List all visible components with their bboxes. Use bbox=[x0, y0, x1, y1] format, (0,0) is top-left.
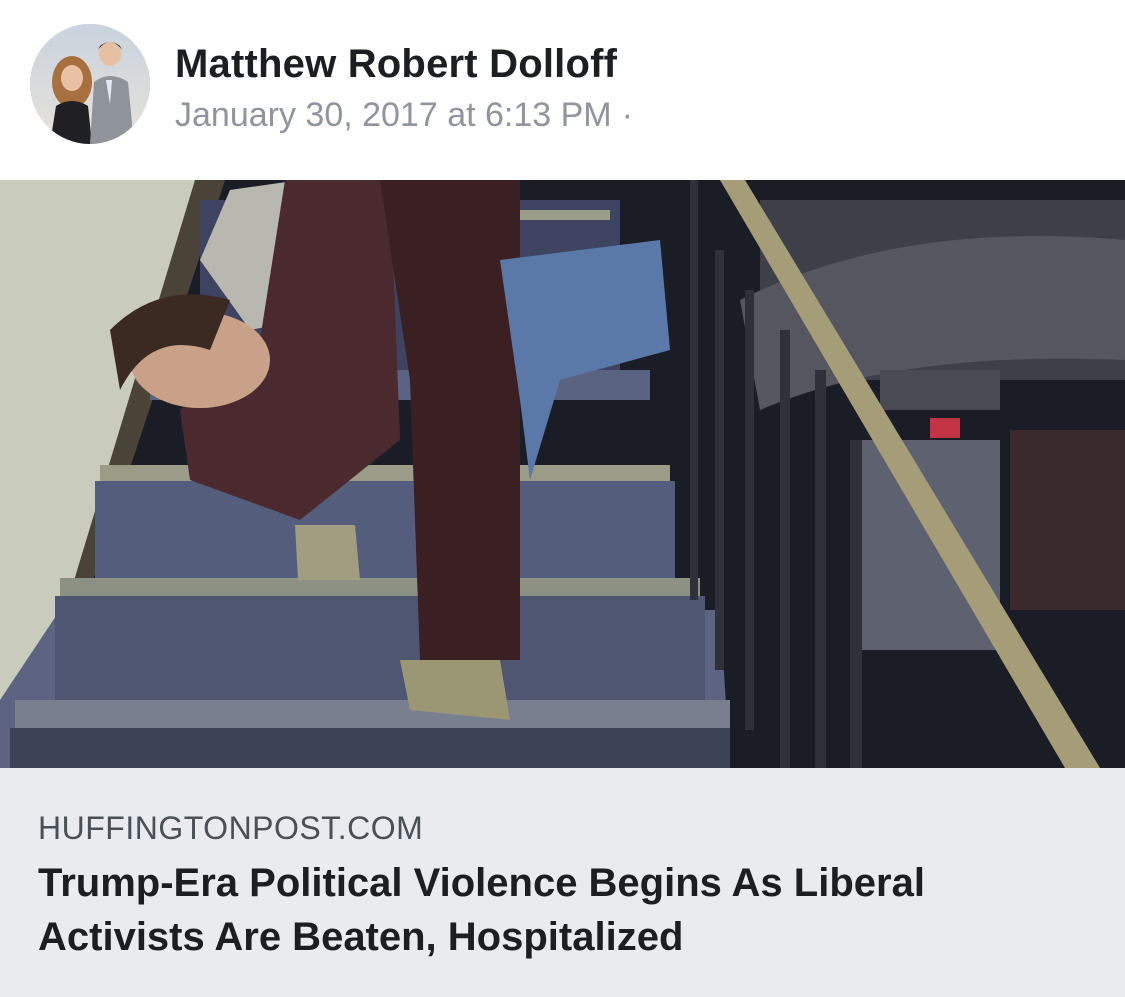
meta-separator: · bbox=[621, 96, 633, 134]
link-preview-image[interactable] bbox=[0, 180, 1125, 768]
post-timestamp[interactable]: January 30, 2017 at 6:13 PM bbox=[175, 96, 612, 134]
facebook-post: Matthew Robert Dolloff January 30, 2017 … bbox=[0, 0, 1125, 997]
link-title[interactable]: Trump-Era Political Violence Begins As L… bbox=[38, 856, 1078, 964]
link-domain: HUFFINGTONPOST.COM bbox=[38, 810, 424, 846]
couple-avatar-icon bbox=[30, 24, 150, 144]
post-meta: January 30, 2017 at 6:13 PM · bbox=[175, 96, 633, 135]
post-header: Matthew Robert Dolloff January 30, 2017 … bbox=[0, 0, 1125, 180]
author-name[interactable]: Matthew Robert Dolloff bbox=[175, 42, 617, 87]
stairs-photo-icon bbox=[0, 180, 1125, 768]
author-avatar[interactable] bbox=[30, 24, 150, 144]
link-preview-caption[interactable]: HUFFINGTONPOST.COM Trump-Era Political V… bbox=[0, 768, 1125, 997]
